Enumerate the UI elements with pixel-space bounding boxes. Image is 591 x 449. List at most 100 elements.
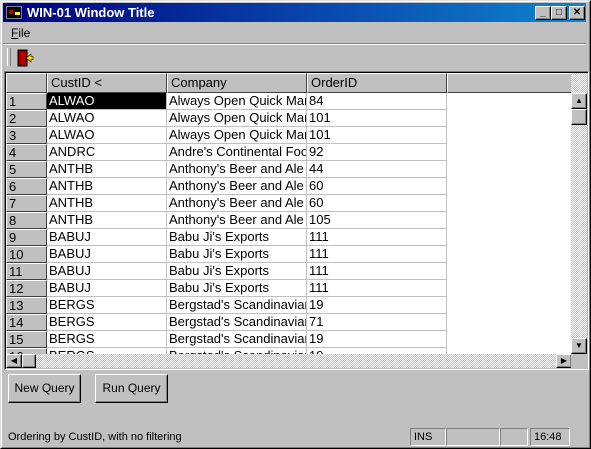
cell-orderid[interactable]: 111 — [307, 263, 447, 280]
table-row[interactable]: 11 BABUJ Babu Ji's Exports 111 — [6, 263, 572, 280]
cell-custid[interactable]: BERGS — [47, 314, 167, 331]
cell-custid[interactable]: BERGS — [47, 331, 167, 348]
minimize-button[interactable]: _ — [535, 6, 551, 20]
table-row[interactable]: 2 ALWAO Always Open Quick Mart 101 — [6, 110, 572, 127]
row-header[interactable]: 12 — [6, 280, 47, 297]
cell-orderid[interactable]: 105 — [307, 212, 447, 229]
table-row[interactable]: 13 BERGS Bergstad's Scandinavian 19 — [6, 297, 572, 314]
table-row[interactable]: 15 BERGS Bergstad's Scandinavian 19 — [6, 331, 572, 348]
cell-orderid[interactable]: 111 — [307, 246, 447, 263]
table-row[interactable]: 10 BABUJ Babu Ji's Exports 111 — [6, 246, 572, 263]
column-header-company[interactable]: Company — [167, 73, 307, 93]
cell-company[interactable]: Always Open Quick Mart — [167, 110, 307, 127]
cell-orderid[interactable]: 19 — [307, 331, 447, 348]
scroll-right-button[interactable]: ▶ — [556, 354, 572, 368]
row-header[interactable]: 14 — [6, 314, 47, 331]
row-header[interactable]: 4 — [6, 144, 47, 161]
table-row[interactable]: 14 BERGS Bergstad's Scandinavian 71 — [6, 314, 572, 331]
cell-orderid[interactable]: 60 — [307, 178, 447, 195]
table-row[interactable]: 6 ANTHB Anthony's Beer and Ale 60 — [6, 178, 572, 195]
toolbar-grip — [7, 48, 11, 66]
cell-orderid[interactable]: 60 — [307, 195, 447, 212]
row-header[interactable]: 2 — [6, 110, 47, 127]
table-row[interactable]: 9 BABUJ Babu Ji's Exports 111 — [6, 229, 572, 246]
cell-orderid[interactable]: 101 — [307, 127, 447, 144]
cell-orderid[interactable]: 92 — [307, 144, 447, 161]
cell-custid[interactable]: ANDRC — [47, 144, 167, 161]
cell-company[interactable]: Andre's Continental Food — [167, 144, 307, 161]
grid-corner-header[interactable] — [6, 73, 47, 93]
column-header-orderid[interactable]: OrderID — [307, 73, 447, 93]
scroll-down-button[interactable]: ▼ — [571, 338, 587, 354]
cell-custid[interactable]: ANTHB — [47, 161, 167, 178]
new-query-button[interactable]: New Query — [8, 374, 81, 403]
cell-custid[interactable]: ALWAO — [47, 93, 167, 110]
maximize-button[interactable]: □ — [551, 6, 567, 20]
cell-company[interactable]: Bergstad's Scandinavian — [167, 331, 307, 348]
cell-custid[interactable]: ANTHB — [47, 195, 167, 212]
close-button[interactable]: ✕ — [569, 6, 585, 20]
exit-door-icon[interactable] — [16, 49, 34, 67]
row-header[interactable]: 6 — [6, 178, 47, 195]
table-row[interactable]: 7 ANTHB Anthony's Beer and Ale 60 — [6, 195, 572, 212]
cell-company[interactable]: Anthony's Beer and Ale — [167, 195, 307, 212]
horizontal-scrollbar[interactable]: ◀ ▶ — [6, 354, 572, 368]
cell-company[interactable]: Bergstad's Scandinavian — [167, 314, 307, 331]
horizontal-scroll-thumb[interactable] — [22, 354, 36, 368]
column-header-custid[interactable]: CustID < — [47, 73, 167, 93]
row-header[interactable]: 3 — [6, 127, 47, 144]
table-row[interactable]: 3 ALWAO Always Open Quick Mart 101 — [6, 127, 572, 144]
row-header[interactable]: 5 — [6, 161, 47, 178]
vertical-scrollbar[interactable]: ▲ ▼ — [571, 73, 587, 354]
cell-company[interactable]: Always Open Quick Mart — [167, 127, 307, 144]
row-header[interactable]: 1 — [6, 93, 47, 110]
title-bar[interactable]: WIN-01 Window Title _ □ ✕ — [3, 3, 586, 22]
menu-file[interactable]: File — [11, 26, 30, 40]
cell-custid[interactable]: BABUJ — [47, 263, 167, 280]
cell-company[interactable]: Anthony's Beer and Ale — [167, 212, 307, 229]
row-header[interactable]: 7 — [6, 195, 47, 212]
cell-custid[interactable]: BERGS — [47, 297, 167, 314]
table-row[interactable]: 12 BABUJ Babu Ji's Exports 111 — [6, 280, 572, 297]
vertical-scroll-thumb[interactable] — [571, 109, 587, 125]
status-time: 16:48 — [530, 428, 570, 446]
table-row[interactable]: 4 ANDRC Andre's Continental Food 92 — [6, 144, 572, 161]
row-header[interactable]: 13 — [6, 297, 47, 314]
cell-orderid[interactable]: 71 — [307, 314, 447, 331]
cell-orderid[interactable]: 111 — [307, 229, 447, 246]
cell-custid[interactable]: BABUJ — [47, 280, 167, 297]
cell-company[interactable]: Always Open Quick Mart — [167, 93, 307, 110]
cell-custid[interactable]: ANTHB — [47, 212, 167, 229]
cell-custid[interactable]: BABUJ — [47, 246, 167, 263]
cell-company[interactable]: Anthony's Beer and Ale — [167, 178, 307, 195]
cell-company[interactable]: Babu Ji's Exports — [167, 263, 307, 280]
cell-custid[interactable]: BABUJ — [47, 229, 167, 246]
row-header[interactable]: 9 — [6, 229, 47, 246]
cell-company[interactable]: Anthony's Beer and Ale — [167, 161, 307, 178]
scroll-left-button[interactable]: ◀ — [6, 354, 22, 368]
table-row[interactable]: 5 ANTHB Anthony's Beer and Ale 44 — [6, 161, 572, 178]
cell-company[interactable]: Babu Ji's Exports — [167, 229, 307, 246]
data-grid[interactable]: CustID < Company OrderID 1 ALWAO Always Op… — [4, 71, 589, 370]
status-message: Ordering by CustID, with no filtering — [8, 431, 182, 443]
cell-orderid[interactable]: 101 — [307, 110, 447, 127]
cell-custid[interactable]: ALWAO — [47, 110, 167, 127]
cell-company[interactable]: Bergstad's Scandinavian — [167, 297, 307, 314]
cell-custid[interactable]: ANTHB — [47, 178, 167, 195]
app-icon[interactable] — [6, 6, 22, 19]
row-header[interactable]: 15 — [6, 331, 47, 348]
row-header[interactable]: 11 — [6, 263, 47, 280]
table-row[interactable]: 8 ANTHB Anthony's Beer and Ale 105 — [6, 212, 572, 229]
table-row[interactable]: 1 ALWAO Always Open Quick Mart 84 — [6, 93, 572, 110]
cell-orderid[interactable]: 111 — [307, 280, 447, 297]
scroll-up-button[interactable]: ▲ — [571, 93, 587, 109]
run-query-button[interactable]: Run Query — [95, 374, 168, 403]
row-header[interactable]: 8 — [6, 212, 47, 229]
cell-custid[interactable]: ALWAO — [47, 127, 167, 144]
cell-orderid[interactable]: 44 — [307, 161, 447, 178]
cell-company[interactable]: Babu Ji's Exports — [167, 280, 307, 297]
row-header[interactable]: 10 — [6, 246, 47, 263]
cell-orderid[interactable]: 84 — [307, 93, 447, 110]
cell-orderid[interactable]: 19 — [307, 297, 447, 314]
cell-company[interactable]: Babu Ji's Exports — [167, 246, 307, 263]
